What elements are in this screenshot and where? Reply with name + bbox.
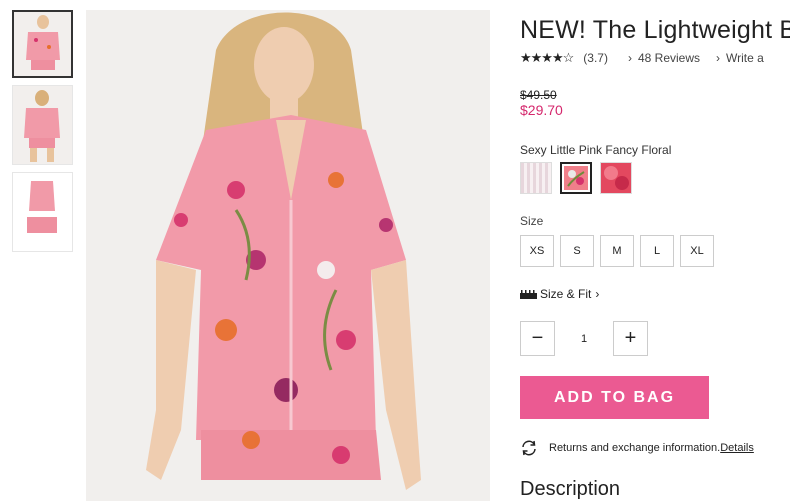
- returns-details-link[interactable]: Details: [720, 442, 754, 454]
- thumbnail-list: [12, 10, 75, 259]
- size-m[interactable]: M: [600, 235, 634, 267]
- exchange-icon: [522, 440, 536, 456]
- size-xl[interactable]: XL: [680, 235, 714, 267]
- reviews-link[interactable]: 48 Reviews: [638, 51, 700, 65]
- sale-price: $29.70: [520, 102, 563, 118]
- description-heading: Description: [520, 478, 621, 500]
- returns-text: Returns and exchange information.: [549, 442, 721, 454]
- add-to-bag-button[interactable]: ADD TO BAG: [520, 376, 709, 419]
- rating-stars-icon: ★★★★☆: [520, 50, 574, 65]
- ruler-icon: [520, 289, 537, 299]
- quantity-stepper: − 1 +: [520, 321, 648, 356]
- write-review-link[interactable]: Write a: [726, 51, 764, 65]
- chevron-right-icon: ›: [716, 51, 720, 65]
- size-options: XS S M L XL: [520, 235, 720, 267]
- original-price: $49.50: [520, 88, 557, 102]
- main-product-image: [86, 10, 490, 501]
- size-fit-link[interactable]: Size & Fit ›: [520, 287, 599, 301]
- swatch-rose[interactable]: [600, 162, 632, 194]
- size-xs[interactable]: XS: [520, 235, 554, 267]
- thumbnail-flatlay[interactable]: [12, 172, 73, 252]
- rating-row: ★★★★☆ (3.7) › 48 Reviews › Write a: [520, 50, 764, 66]
- returns-info: Returns and exchange information. Detail…: [520, 440, 754, 456]
- size-fit-label: Size & Fit: [540, 287, 592, 301]
- size-s[interactable]: S: [560, 235, 594, 267]
- thumbnail-front[interactable]: [12, 10, 73, 78]
- increase-quantity-button[interactable]: +: [613, 321, 648, 356]
- color-swatches: [520, 162, 640, 194]
- swatch-stripe[interactable]: [520, 162, 552, 194]
- swatch-floral[interactable]: [560, 162, 592, 194]
- size-label: Size: [520, 214, 544, 228]
- chevron-right-icon: ›: [627, 51, 632, 65]
- decrease-quantity-button[interactable]: −: [520, 321, 555, 356]
- rating-average: (3.7): [583, 51, 608, 65]
- chevron-right-icon: ›: [595, 287, 600, 301]
- size-l[interactable]: L: [640, 235, 674, 267]
- product-title: NEW! The Lightweight B: [520, 16, 790, 44]
- color-name: Sexy Little Pink Fancy Floral: [520, 143, 672, 157]
- thumbnail-back[interactable]: [12, 85, 73, 165]
- quantity-value[interactable]: 1: [555, 333, 613, 345]
